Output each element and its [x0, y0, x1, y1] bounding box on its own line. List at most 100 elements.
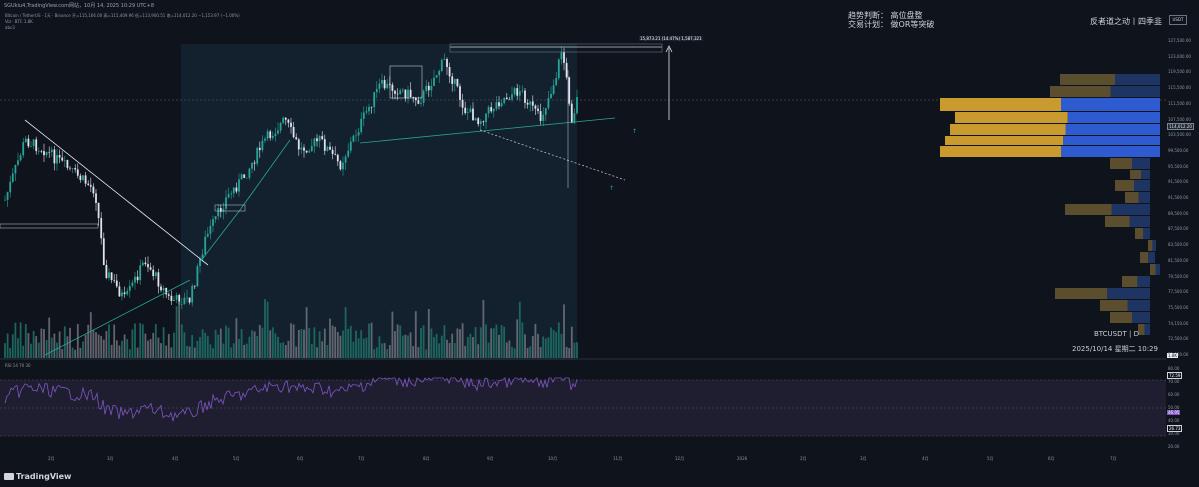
- volume-bar: [165, 345, 168, 358]
- candle-body: [154, 272, 157, 277]
- time-tick: 2月: [800, 456, 807, 461]
- price-tick: 127,500.00: [1168, 38, 1191, 43]
- volume-bar: [11, 334, 14, 358]
- candle-body: [227, 194, 230, 198]
- volume-bar: [570, 326, 573, 358]
- volume-bar: [206, 336, 209, 358]
- volume-bar: [58, 331, 61, 358]
- candle-body: [347, 150, 350, 157]
- range-box-left: [0, 223, 99, 229]
- candle-body: [417, 100, 420, 104]
- candle-body: [173, 299, 175, 302]
- candle-body: [295, 137, 298, 140]
- volume-bar: [511, 346, 513, 358]
- volume-bar: [297, 330, 300, 358]
- time-tick: 2026: [737, 456, 748, 461]
- candle-body: [175, 295, 178, 300]
- candle-body: [141, 262, 144, 266]
- volume-bar: [477, 344, 480, 358]
- time-axis[interactable]: 2月 3月 4月 5月 6月 7月 8月 9月 10月 11月 12月 2026 2月 3月 4月 5月 6月 7…: [0, 456, 1166, 466]
- volume-bar: [84, 334, 87, 358]
- volume-bar: [401, 335, 404, 358]
- volume-bar: [40, 328, 43, 358]
- volume-bar: [482, 299, 485, 358]
- volume-bar: [573, 342, 576, 358]
- volume-bar: [154, 324, 157, 358]
- volume-bar: [555, 332, 558, 358]
- volume-profile-left: [940, 146, 1061, 157]
- volume-bar: [199, 337, 201, 358]
- candle-body: [100, 218, 103, 239]
- candle-body: [316, 138, 318, 142]
- volume-bar: [383, 343, 386, 358]
- price-tick: 81,500.00: [1168, 257, 1189, 263]
- candle-body: [326, 146, 329, 151]
- volume-bar: [266, 301, 269, 358]
- candle-body: [222, 208, 225, 212]
- volume-bar: [191, 335, 194, 358]
- volume-bar: [386, 349, 389, 358]
- volume-bar: [342, 330, 344, 358]
- volume-bar: [339, 335, 342, 358]
- volume-bar: [157, 337, 160, 358]
- volume-bar: [500, 324, 503, 358]
- price-chart[interactable]: ↑↑: [0, 0, 1166, 470]
- candle-body: [136, 276, 139, 281]
- rsi-badge-low: 26.73: [1167, 425, 1183, 432]
- volume-bar: [344, 307, 347, 358]
- candle-body: [534, 105, 537, 109]
- volume-bar: [563, 304, 565, 358]
- volume-bar: [399, 325, 402, 358]
- volume-bar: [347, 328, 350, 358]
- candle-body: [485, 113, 487, 123]
- volume-bar: [352, 341, 355, 358]
- volume-bar: [435, 333, 438, 358]
- tradingview-logo[interactable]: TradingView: [4, 471, 71, 483]
- volume-bar: [557, 322, 560, 358]
- price-tick: 111,500.00: [1168, 100, 1191, 106]
- volume-bar: [74, 349, 77, 358]
- volume-bar: [388, 345, 391, 358]
- candle-body: [157, 272, 160, 287]
- volume-profile-right: [1148, 252, 1155, 263]
- candle-body: [269, 131, 272, 138]
- candle-body: [17, 160, 19, 165]
- volume-bar: [521, 322, 524, 358]
- volume-profile-right: [1129, 216, 1150, 227]
- volume-profile-left: [1130, 170, 1141, 179]
- volume-bar: [404, 334, 407, 358]
- candle-body: [518, 91, 521, 96]
- price-tick: 115,500.00: [1168, 85, 1191, 91]
- candle-body: [95, 193, 97, 203]
- volume-bar: [375, 347, 378, 358]
- volume-bar: [48, 317, 51, 358]
- volume-bar: [318, 331, 321, 358]
- volume-profile-left: [1060, 74, 1115, 85]
- volume-bar: [378, 336, 381, 358]
- candle-body: [74, 168, 77, 170]
- volume-bar: [170, 347, 173, 358]
- candle-body: [123, 292, 126, 295]
- rsi-legend[interactable]: RSI 14 70 30: [5, 363, 31, 368]
- candle-body: [495, 102, 498, 109]
- volume-bar: [547, 337, 550, 358]
- candle-body: [560, 52, 563, 60]
- candle-body: [438, 70, 441, 76]
- volume-bar: [100, 335, 103, 358]
- candle-body: [30, 146, 32, 147]
- volume-bar: [537, 333, 539, 358]
- price-tick: 79,500.00: [1168, 273, 1189, 279]
- time-tick: 3月: [860, 456, 867, 461]
- volume-bar: [518, 301, 521, 358]
- volume-bar: [248, 336, 251, 358]
- candle-body: [167, 294, 170, 296]
- candle-body: [45, 151, 48, 156]
- volume-bar: [251, 330, 253, 358]
- volume-bar: [230, 347, 233, 358]
- volume-bar: [495, 324, 498, 358]
- candle-body: [409, 89, 412, 98]
- price-axis[interactable]: 127,500.00 123,000.00 119,500.00 115,500.00…: [1166, 0, 1199, 470]
- candle-body: [516, 88, 519, 96]
- volume-bar: [451, 333, 454, 358]
- volume-bar: [503, 326, 506, 358]
